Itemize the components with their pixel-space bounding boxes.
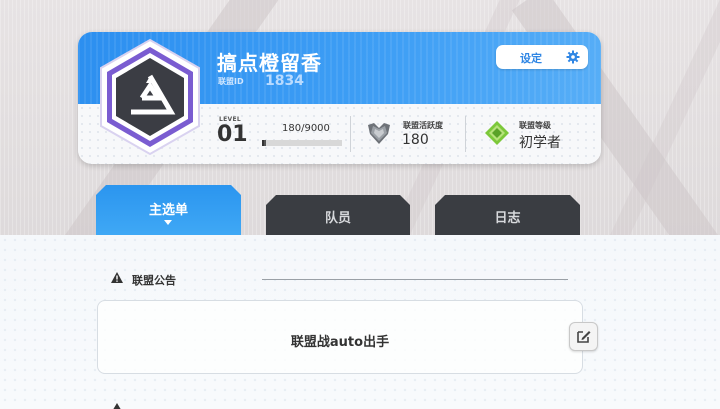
green-leaf-badge-icon: [485, 121, 509, 145]
guild-id-label: 联盟ID: [218, 77, 244, 86]
tab-label: 日志: [494, 211, 521, 226]
activity-label: 联盟活跃度: [403, 121, 443, 130]
warning-icon: [111, 272, 123, 283]
settings-button[interactable]: 设定: [496, 45, 588, 69]
rank-value: 初学者: [519, 135, 561, 151]
tab-main-menu[interactable]: 主选单: [96, 185, 241, 235]
tab-members[interactable]: 队员: [266, 195, 410, 235]
tab-log[interactable]: 日志: [435, 195, 580, 235]
settings-label: 设定: [520, 52, 542, 65]
chevron-down-icon: [164, 220, 172, 225]
activity-value: 180: [402, 132, 429, 148]
rank-label: 联盟等级: [519, 121, 551, 130]
warning-icon: [113, 403, 121, 409]
hexagon-badge-icon: [100, 38, 200, 156]
gear-icon: [566, 50, 580, 64]
tab-label: 队员: [324, 211, 351, 226]
notice-title: 联盟公告: [132, 274, 176, 287]
shield-wings-icon: [368, 123, 390, 144]
tab-label: 主选单: [148, 203, 188, 218]
level-value: 01: [217, 122, 248, 147]
notice-text: 联盟战auto出手: [290, 335, 390, 350]
stat-divider: [465, 116, 466, 152]
guild-emblem: [98, 38, 202, 156]
edit-notice-button[interactable]: [569, 322, 598, 351]
notice-divider: [262, 279, 568, 280]
xp-text: 180/9000: [282, 123, 330, 134]
guild-name: 搞点橙留香: [217, 51, 322, 75]
guild-id-value: 1834: [265, 73, 304, 89]
notice-box: 联盟战auto出手: [97, 300, 583, 374]
stat-divider: [350, 116, 351, 152]
xp-progress-bar: [262, 140, 342, 146]
xp-progress-fill: [264, 140, 266, 146]
edit-icon: [577, 331, 591, 343]
